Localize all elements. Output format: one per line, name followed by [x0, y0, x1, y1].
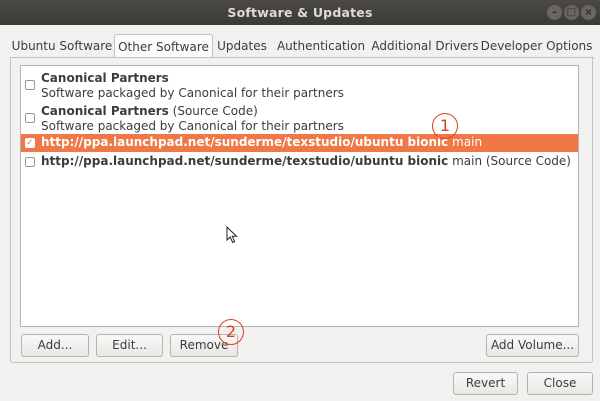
annotation-marker-2: 2: [218, 319, 244, 345]
source-name: http://ppa.launchpad.net/sunderme/texstu…: [41, 135, 449, 149]
list-item[interactable]: http://ppa.launchpad.net/sunderme/texstu…: [21, 153, 578, 171]
annotation-marker-1: 1: [432, 113, 458, 139]
source-suffix: (Source Code): [168, 104, 258, 118]
add-button[interactable]: Add...: [21, 334, 89, 357]
source-checkbox[interactable]: [25, 80, 35, 90]
revert-button[interactable]: Revert: [453, 372, 518, 395]
tab-authentication[interactable]: Authentication: [271, 34, 371, 58]
source-checkbox[interactable]: [25, 113, 35, 123]
close-icon[interactable]: ×: [581, 5, 596, 20]
source-name: Canonical Partners: [41, 71, 169, 85]
edit-button[interactable]: Edit...: [96, 334, 163, 357]
window-title: Software & Updates: [227, 5, 373, 20]
tab-updates[interactable]: Updates: [213, 34, 271, 58]
sources-list[interactable]: Canonical Partners Software packaged by …: [20, 65, 579, 327]
tab-ubuntu-software[interactable]: Ubuntu Software: [10, 34, 114, 58]
source-checkbox-checked[interactable]: ✓: [25, 138, 35, 148]
tab-additional-drivers[interactable]: Additional Drivers: [371, 34, 479, 58]
source-name: http://ppa.launchpad.net/sunderme/texstu…: [41, 154, 449, 168]
mouse-pointer-icon: [226, 226, 238, 244]
source-description: Software packaged by Canonical for their…: [41, 86, 344, 100]
tab-developer-options[interactable]: Developer Options: [479, 34, 594, 58]
window-titlebar: Software & Updates – □ ×: [0, 0, 600, 25]
source-suffix: main: [448, 135, 483, 149]
maximize-icon[interactable]: □: [564, 5, 579, 20]
source-checkbox[interactable]: [25, 157, 35, 167]
list-item-selected[interactable]: ✓ http://ppa.launchpad.net/sunderme/texs…: [21, 134, 578, 152]
minimize-icon[interactable]: –: [547, 5, 562, 20]
source-name: Canonical Partners: [41, 104, 169, 118]
close-button[interactable]: Close: [527, 372, 593, 395]
source-suffix: main (Source Code): [448, 154, 571, 168]
list-item[interactable]: Canonical Partners Software packaged by …: [21, 69, 578, 101]
source-description: Software packaged by Canonical for their…: [41, 119, 344, 133]
tab-other-software[interactable]: Other Software: [114, 34, 213, 58]
list-item[interactable]: Canonical Partners (Source Code) Softwar…: [21, 102, 578, 134]
add-volume-button[interactable]: Add Volume...: [486, 334, 579, 357]
tab-bar: Ubuntu Software Other Software Updates A…: [10, 34, 594, 58]
